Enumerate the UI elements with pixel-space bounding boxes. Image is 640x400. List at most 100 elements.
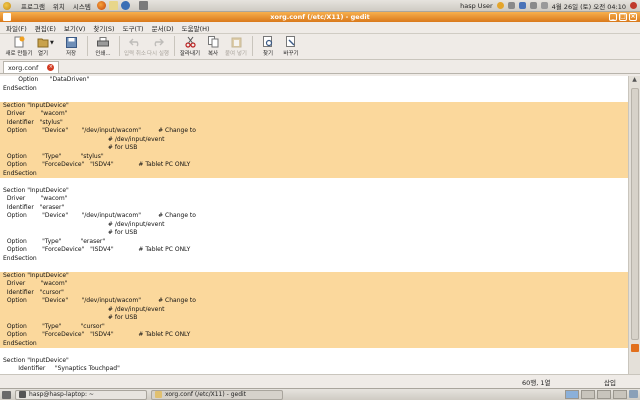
document-tab[interactable]: xorg.conf × [3, 61, 60, 73]
trash-icon[interactable] [629, 390, 638, 398]
editor-line[interactable]: Option "ForceDevice" "ISDV4" # Tablet PC… [0, 246, 628, 255]
redo-button[interactable]: 다시 실행 [147, 36, 169, 57]
toolbar-separator [252, 36, 253, 56]
toolbar-separator [174, 36, 175, 56]
panel-user[interactable]: hasp User [460, 2, 493, 10]
editor-line[interactable]: Section "InputDevice" [0, 357, 628, 366]
editor-line[interactable]: # for USB [0, 229, 628, 238]
panel-menu-system[interactable]: 시스템 [73, 1, 91, 11]
scroll-up-icon[interactable]: ▲ [629, 76, 640, 86]
editor-line[interactable]: Section "InputDevice" [0, 187, 628, 196]
new-document-icon [13, 36, 25, 48]
tab-close-icon[interactable]: × [47, 64, 55, 71]
insert-mode[interactable]: 삽입 [604, 377, 616, 387]
editor-line[interactable]: Section "InputDevice" [0, 101, 628, 110]
editor-line[interactable] [0, 263, 628, 272]
new-button[interactable]: 새로 만들기 [4, 36, 34, 57]
editor-line[interactable]: EndSection [0, 169, 628, 178]
redo-icon [152, 36, 164, 48]
copy-button[interactable]: 복사 [202, 36, 224, 57]
editor-line[interactable] [0, 178, 628, 187]
menu-file[interactable]: 파일(F) [6, 23, 27, 33]
panel-clock[interactable]: 4월 26일 (토) 오전 04:10 [552, 1, 626, 11]
vertical-scrollbar[interactable]: ▲ [628, 76, 640, 374]
editor-line[interactable]: Option "ForceDevice" "ISDV4" # Tablet PC… [0, 331, 628, 340]
workspace-2[interactable] [581, 390, 595, 399]
workspace-4[interactable] [613, 390, 627, 399]
editor-line[interactable]: Option "ForceDevice" "ISDV4" # Tablet PC… [0, 161, 628, 170]
firefox-icon[interactable] [96, 1, 106, 10]
find-icon [262, 36, 274, 48]
menu-view[interactable]: 보기(V) [64, 23, 85, 33]
mail-icon[interactable] [108, 1, 118, 10]
editor-line[interactable]: EndSection [0, 339, 628, 348]
save-button[interactable]: 저장 [60, 36, 82, 57]
network-icon[interactable] [529, 2, 537, 9]
close-button[interactable]: × [629, 13, 637, 21]
panel-menu-places[interactable]: 위치 [53, 1, 65, 11]
undo-button[interactable]: 입력 취소 [124, 36, 146, 57]
menu-tools[interactable]: 도구(T) [123, 23, 144, 33]
editor-line[interactable]: # for USB [0, 314, 628, 323]
statusbar: 60행, 1열 삽입 [0, 374, 640, 388]
editor-line[interactable]: Identifier "Synaptics Touchpad" [0, 365, 628, 374]
print-button[interactable]: 인쇄... [92, 36, 114, 57]
open-button[interactable]: 열기 [35, 36, 51, 57]
menu-search[interactable]: 찾기(S) [93, 23, 114, 33]
editor-line[interactable] [0, 348, 628, 357]
ubuntu-logo-icon[interactable] [3, 1, 11, 10]
editor-line[interactable]: Option "Type" "stylus" [0, 152, 628, 161]
workspace-1[interactable] [565, 390, 579, 399]
editor-line[interactable]: Driver "wacom" [0, 195, 628, 204]
editor-line[interactable]: # /dev/input/event [0, 305, 628, 314]
editor-line[interactable]: Section "InputDevice" [0, 271, 628, 280]
workspace-3[interactable] [597, 390, 611, 399]
scrollbar-thumb[interactable] [631, 88, 639, 340]
editor-line[interactable]: Identifier "cursor" [0, 288, 628, 297]
editor-line[interactable]: Option "DataDriven" [0, 76, 628, 85]
window-menu-icon[interactable] [3, 13, 11, 21]
window-titlebar[interactable]: xorg.conf (/etc/X11) - gedit _ □ × [0, 12, 640, 22]
open-recent-arrow-icon[interactable]: ▼ [50, 40, 56, 46]
show-desktop-icon[interactable] [2, 390, 11, 399]
task-gedit[interactable]: xorg.conf (/etc/X11) - gedit [151, 389, 283, 400]
power-icon[interactable] [630, 2, 637, 9]
editor-line[interactable]: Identifier "stylus" [0, 118, 628, 127]
panel-menu-applications[interactable]: 프로그램 [21, 1, 45, 11]
paste-button[interactable]: 붙여 넣기 [225, 36, 247, 57]
bluetooth-icon[interactable] [518, 2, 526, 9]
update-icon[interactable] [496, 2, 504, 9]
menu-help[interactable]: 도움말(H) [182, 23, 210, 33]
battery-icon[interactable] [507, 2, 515, 9]
editor-line[interactable]: # /dev/input/event [0, 221, 628, 230]
help-icon[interactable] [120, 1, 130, 10]
editor-line[interactable]: # /dev/input/event [0, 135, 628, 144]
cut-button[interactable]: 잘라내기 [179, 36, 201, 57]
toolbar-separator [87, 36, 88, 56]
editor-line[interactable]: EndSection [0, 85, 628, 94]
minimize-button[interactable]: _ [609, 13, 617, 21]
editor-line[interactable]: # for USB [0, 144, 628, 153]
editor-line[interactable] [0, 93, 628, 102]
editor-line[interactable]: Option "Device" "/dev/input/wacom" # Cha… [0, 212, 628, 221]
editor-line[interactable]: Option "Device" "/dev/input/wacom" # Cha… [0, 297, 628, 306]
editor-line[interactable]: Option "Device" "/dev/input/wacom" # Cha… [0, 127, 628, 136]
top-panel: 프로그램 위치 시스템 hasp User 4월 26일 (토) 오전 04:1… [0, 0, 640, 12]
monitor-icon[interactable] [138, 1, 148, 10]
replace-button[interactable]: 바꾸기 [280, 36, 302, 57]
editor-line[interactable]: Driver "wacom" [0, 110, 628, 119]
window-title: xorg.conf (/etc/X11) - gedit [270, 13, 370, 21]
editor-line[interactable]: EndSection [0, 255, 628, 264]
editor-line[interactable]: Option "Type" "eraser" [0, 238, 628, 247]
find-button[interactable]: 찾기 [257, 36, 279, 57]
task-terminal[interactable]: hasp@hasp-laptop: ~ [15, 389, 147, 400]
menu-edit[interactable]: 편집(E) [35, 23, 56, 33]
open-folder-icon [37, 36, 49, 48]
editor-line[interactable]: Driver "wacom" [0, 280, 628, 289]
menu-documents[interactable]: 문서(D) [152, 23, 174, 33]
maximize-button[interactable]: □ [619, 13, 627, 21]
editor-line[interactable]: Option "Type" "cursor" [0, 322, 628, 331]
text-editor[interactable]: Option "DataDriven" EndSection Section "In… [0, 76, 628, 374]
volume-icon[interactable] [540, 2, 548, 9]
editor-line[interactable]: Identifier "eraser" [0, 204, 628, 213]
